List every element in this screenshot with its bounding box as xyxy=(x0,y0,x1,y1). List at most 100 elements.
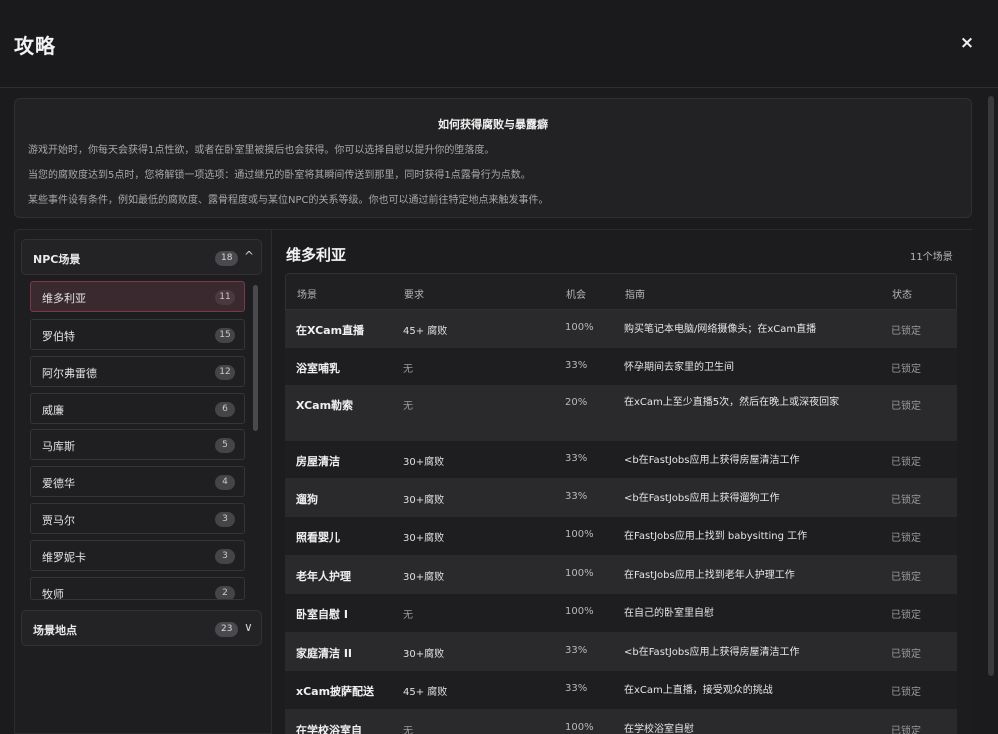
chevron-down-icon[interactable]: ∨ xyxy=(244,620,253,634)
npc-item-veronica[interactable]: 维罗妮卡 3 xyxy=(30,540,245,571)
status-cell: 已锁定 xyxy=(891,726,921,734)
npc-section-label: NPC场景 xyxy=(33,253,81,266)
npc-section-count: 18 xyxy=(215,251,239,266)
npc-item-alfred[interactable]: 阿尔弗雷德 12 xyxy=(30,356,245,387)
modal-header: 攻略 × xyxy=(0,0,998,88)
npc-count: 6 xyxy=(215,402,235,417)
table-header: 场景 要求 机会 指南 状态 xyxy=(285,273,957,310)
chevron-up-icon[interactable]: ^ xyxy=(244,249,254,263)
npc-name: 阿尔弗雷德 xyxy=(42,367,97,380)
npc-section-header[interactable]: NPC场景 18 ^ xyxy=(21,239,262,275)
requirement-cell: 无 xyxy=(403,364,413,375)
table-row: XCam勒索 无 20% 在xCam上至少直播5次，然后在晚上或深夜回家 已锁定 xyxy=(285,386,957,441)
npc-name: 牧师 xyxy=(42,588,64,600)
guide-cell: 在xCam上至少直播5次，然后在晚上或深夜回家 xyxy=(624,397,840,408)
npc-name: 爱德华 xyxy=(42,477,75,490)
status-cell: 已锁定 xyxy=(891,610,921,621)
table-row: 卧室自慰 I 无 100% 在自己的卧室里自慰 已锁定 xyxy=(285,594,957,633)
scene-cell: xCam披萨配送 xyxy=(296,685,375,698)
guide-box: 如何获得腐败与暴露癖 游戏开始时，你每天会获得1点性欲，或者在卧室里被摸后也会获… xyxy=(14,98,972,218)
guide-title: 如何获得腐败与暴露癖 xyxy=(438,118,548,131)
chance-cell: 100% xyxy=(565,529,594,540)
chance-cell: 33% xyxy=(565,453,588,464)
npc-name: 威廉 xyxy=(42,404,64,417)
npc-item-jamal[interactable]: 贾马尔 3 xyxy=(30,503,245,534)
npc-name: 维罗妮卡 xyxy=(42,551,86,564)
status-cell: 已锁定 xyxy=(891,364,921,375)
status-cell: 已锁定 xyxy=(891,687,921,698)
scene-count: 11个场景 xyxy=(910,252,953,263)
npc-item-edward[interactable]: 爱德华 4 xyxy=(30,466,245,497)
status-cell: 已锁定 xyxy=(891,401,921,412)
npc-count: 5 xyxy=(215,438,235,453)
column-header-scene: 场景 xyxy=(297,290,317,301)
requirement-cell: 无 xyxy=(403,726,413,734)
status-cell: 已锁定 xyxy=(891,572,921,583)
status-cell: 已锁定 xyxy=(891,495,921,506)
npc-item-robert[interactable]: 罗伯特 15 xyxy=(30,319,245,350)
requirement-cell: 30+腐败 xyxy=(403,649,445,660)
table-row: 房屋清洁 30+腐败 33% <b在FastJobs应用上获得房屋清洁工作 已锁定 xyxy=(285,441,957,479)
modal-title: 攻略 xyxy=(14,34,56,58)
npc-item-priest[interactable]: 牧师 2 xyxy=(30,577,245,600)
guide-line: 某些事件设有条件，例如最低的腐败度、露骨程度或与某位NPC的关系等级。你也可以通… xyxy=(28,195,549,206)
guide-line: 当您的腐败度达到5点时，您将解锁一项选项：通过继兄的卧室将其瞬间传送到那里，同时… xyxy=(28,170,531,181)
npc-count: 15 xyxy=(215,328,235,343)
guide-cell: 在学校浴室自慰 xyxy=(624,724,694,734)
chance-cell: 33% xyxy=(565,683,588,694)
scene-cell: 卧室自慰 I xyxy=(296,608,348,621)
modal-scrollbar[interactable] xyxy=(988,96,994,676)
table-row: 照看婴儿 30+腐败 100% 在FastJobs应用上找到 babysitting … xyxy=(285,517,957,556)
npc-count: 4 xyxy=(215,475,235,490)
table-row: 在XCam直播 45+ 腐败 100% 购买笔记本电脑/网络摄像头；在xCam直播 已锁… xyxy=(285,310,957,348)
status-cell: 已锁定 xyxy=(891,326,921,337)
close-icon[interactable]: × xyxy=(956,32,978,54)
scene-cell: 在XCam直播 xyxy=(296,324,365,337)
status-cell: 已锁定 xyxy=(891,533,921,544)
requirement-cell: 无 xyxy=(403,610,413,621)
location-section-count: 23 xyxy=(215,622,239,637)
chance-cell: 100% xyxy=(565,568,594,579)
chance-cell: 100% xyxy=(565,606,594,617)
guide-cell: 购买笔记本电脑/网络摄像头；在xCam直播 xyxy=(624,324,817,335)
guide-line: 游戏开始时，你每天会获得1点性欲，或者在卧室里被摸后也会获得。你可以选择自慰以提… xyxy=(28,145,495,156)
chance-cell: 33% xyxy=(565,645,588,656)
guide-cell: <b在FastJobs应用上获得房屋清洁工作 xyxy=(624,455,800,466)
scene-cell: 浴室哺乳 xyxy=(296,362,340,375)
npc-item-william[interactable]: 威廉 6 xyxy=(30,393,245,424)
location-section-label: 场景地点 xyxy=(33,624,77,637)
scene-cell: 在学校浴室自 xyxy=(296,724,362,734)
column-header-status: 状态 xyxy=(892,290,912,301)
chance-cell: 20% xyxy=(565,397,588,408)
scene-cell: XCam勒索 xyxy=(296,399,354,412)
npc-name: 罗伯特 xyxy=(42,330,75,343)
status-cell: 已锁定 xyxy=(891,457,921,468)
chance-cell: 100% xyxy=(565,722,594,733)
guide-cell: <b在FastJobs应用上获得遛狗工作 xyxy=(624,493,780,504)
location-section-header[interactable]: 场景地点 23 ∨ xyxy=(21,610,262,646)
guide-cell: 怀孕期间去家里的卫生间 xyxy=(624,362,734,373)
scene-sidebar: NPC场景 18 ^ 维多利亚 11 罗伯特 15 阿尔弗雷德 12 威廉 6 … xyxy=(14,229,272,734)
guide-cell: 在FastJobs应用上找到 babysitting 工作 xyxy=(624,531,808,542)
status-cell: 已锁定 xyxy=(891,649,921,660)
column-header-requirement: 要求 xyxy=(404,290,424,301)
npc-list-scrollbar[interactable] xyxy=(253,285,258,431)
npc-item-victoria[interactable]: 维多利亚 11 xyxy=(30,281,245,312)
npc-count: 2 xyxy=(215,586,235,599)
requirement-cell: 45+ 腐败 xyxy=(403,687,448,698)
npc-name: 维多利亚 xyxy=(42,292,86,305)
guide-cell: 在xCam上直播，接受观众的挑战 xyxy=(624,685,773,696)
npc-count: 12 xyxy=(215,365,235,380)
requirement-cell: 30+腐败 xyxy=(403,457,445,468)
npc-name: 马库斯 xyxy=(42,440,75,453)
scene-cell: 老年人护理 xyxy=(296,570,351,583)
guide-cell: <b在FastJobs应用上获得房屋清洁工作 xyxy=(624,647,800,658)
scene-cell: 照看婴儿 xyxy=(296,531,340,544)
chance-cell: 100% xyxy=(565,322,594,333)
table-row: xCam披萨配送 45+ 腐败 33% 在xCam上直播，接受观众的挑战 已锁定 xyxy=(285,671,957,710)
table-row: 在学校浴室自 无 100% 在学校浴室自慰 已锁定 xyxy=(285,710,957,734)
guide-cell: 在FastJobs应用上找到老年人护理工作 xyxy=(624,570,795,581)
npc-item-marcus[interactable]: 马库斯 5 xyxy=(30,429,245,460)
scene-cell: 遛狗 xyxy=(296,493,318,506)
scene-cell: 房屋清洁 xyxy=(296,455,340,468)
